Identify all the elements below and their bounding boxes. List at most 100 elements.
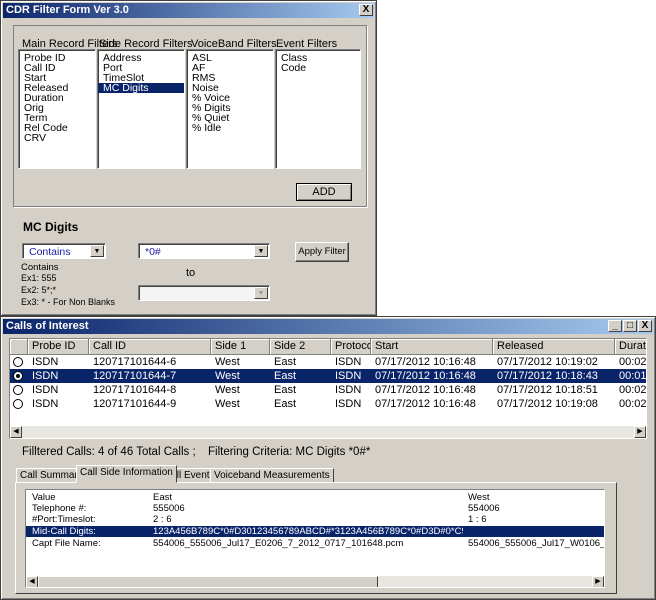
scroll-left-icon[interactable]: ◀ [26,576,38,587]
cell-side-1: West [215,356,240,368]
cell-side-1: West [215,370,240,382]
detail-label: Telephone #: [32,503,87,514]
filter-value-input[interactable]: *0# ▼ [138,243,270,259]
detail-east: 554006_555006_Jul17_E0206_7_2012_0717_10… [153,538,404,549]
cell-protocol: ISDN [335,384,362,396]
cell-side-2: East [274,384,297,396]
cdr-filter-title: CDR Filter Form Ver 3.0 [6,4,129,16]
scroll-thumb[interactable] [38,576,378,587]
row-radio[interactable] [13,357,23,367]
cell-released: 07/17/2012 10:18:43 [497,370,598,382]
column-header-released[interactable]: Released [493,339,615,355]
detail-header-value: Value [32,492,56,503]
scroll-left-icon[interactable]: ◀ [10,426,22,438]
column-header-select[interactable] [10,339,28,355]
hint-example-2: Ex2: 5*;* [21,285,57,295]
main-filters-list[interactable]: Probe ID Call ID Start Released Duration… [18,49,96,169]
scroll-right-icon[interactable]: ▶ [634,426,646,438]
cell-probe-id: ISDN [32,370,59,382]
detail-west: 554006_555006_Jul17_W0106_ [468,538,604,549]
row-radio[interactable] [13,385,23,395]
tab-call-side-information[interactable]: Call Side Information [76,465,177,483]
cell-start: 07/17/2012 10:16:48 [375,398,476,410]
detail-east: 2 : 6 [153,514,172,525]
cell-protocol: ISDN [335,370,362,382]
cell-duration: 00:01:55 [619,370,647,382]
cell-call-id: 120717101644-8 [93,384,177,396]
cell-start: 07/17/2012 10:16:48 [375,384,476,396]
detail-label: #Port:Timeslot: [32,514,96,525]
tab-voiceband-measurements[interactable]: Voiceband Measurements [210,468,334,483]
detail-label: Capt File Name: [32,538,101,549]
cell-call-id: 120717101644-9 [93,398,177,410]
chevron-down-icon[interactable]: ▼ [90,245,104,257]
cell-side-1: West [215,384,240,396]
row-radio[interactable] [13,399,23,409]
column-header-side-1[interactable]: Side 1 [211,339,270,355]
chevron-down-icon[interactable]: ▼ [254,287,268,299]
list-item[interactable]: Code [276,63,360,74]
scroll-right-icon[interactable]: ▶ [592,576,604,587]
operator-select[interactable]: Contains ▼ [22,243,106,259]
detail-west: 554006 [468,503,500,514]
cdr-filter-titlebar[interactable]: CDR Filter Form Ver 3.0 X [3,3,374,18]
calls-titlebar[interactable]: Calls of Interest _ □ X [3,319,653,334]
table-row[interactable]: ISDN 120717101644-8 West East ISDN 07/17… [10,383,647,397]
filter-value-text: *0# [145,246,161,258]
event-filters-list[interactable]: Class Code [275,49,361,169]
voiceband-filters-list[interactable]: ASL AF RMS Noise % Voice % Digits % Quie… [186,49,274,169]
to-label: to [186,267,196,279]
column-header-probe-id[interactable]: Probe ID [28,339,89,355]
detail-header-row: Value East West [26,492,604,503]
column-header-duration[interactable]: Duration [615,339,646,355]
calls-table: Probe ID Call ID Side 1 Side 2 Protocol … [9,338,647,439]
list-item-selected[interactable]: MC Digits [98,83,184,93]
add-button[interactable]: ADD [296,183,352,201]
cell-released: 07/17/2012 10:18:51 [497,384,598,396]
table-row[interactable]: ISDN 120717101644-6 West East ISDN 07/17… [10,355,647,369]
detail-row-selected[interactable]: Mid-Call Digits: 123A456B789C*0#D3012345… [26,526,604,537]
list-item[interactable]: CRV [19,133,95,144]
detail-header-west: West [468,492,490,503]
cell-start: 07/17/2012 10:16:48 [375,370,476,382]
cell-duration: 00:02:03 [619,384,647,396]
detail-row[interactable]: #Port:Timeslot: 2 : 6 1 : 6 [26,514,604,525]
apply-filter-button[interactable]: Apply Filter [295,242,349,262]
table-row-selected[interactable]: ISDN 120717101644-7 West East ISDN 07/17… [10,369,647,383]
calls-title: Calls of Interest [6,320,89,332]
detail-row[interactable]: Telephone #: 555006 554006 [26,503,604,514]
minimize-icon[interactable]: _ [608,320,622,332]
hint-title: Contains [21,262,59,273]
cell-duration: 00:02:14 [619,356,647,368]
cell-released: 07/17/2012 10:19:08 [497,398,598,410]
detail-label: Mid-Call Digits: [32,526,96,537]
maximize-icon[interactable]: □ [623,320,637,332]
calls-horizontal-scrollbar[interactable]: ◀ ▶ [10,426,646,438]
list-item[interactable]: % Idle [187,123,273,134]
detail-east: 123A456B789C*0#D30123456789ABCD#*3123A45… [153,526,463,537]
column-header-protocol[interactable]: Protocol [331,339,371,355]
close-icon[interactable]: X [359,4,373,16]
cell-duration: 00:02:20 [619,398,647,410]
detail-header-east: East [153,492,173,503]
detail-east: 555006 [153,503,185,514]
operator-select-value: Contains [29,246,71,258]
filter-value-to-input[interactable]: ▼ [138,285,270,301]
hint-example-3: Ex3: * - For Non Blanks [21,297,116,307]
row-radio[interactable] [13,371,23,381]
hint-example-1: Ex1: 555 [21,273,57,283]
side-filters-list[interactable]: Address Port TimeSlot MC Digits [97,49,185,169]
chevron-down-icon[interactable]: ▼ [254,245,268,257]
close-icon[interactable]: X [638,320,652,332]
column-header-side-2[interactable]: Side 2 [270,339,331,355]
cdr-filter-window: CDR Filter Form Ver 3.0 X Main Record Fi… [0,0,377,316]
column-header-start[interactable]: Start [371,339,493,355]
detail-horizontal-scrollbar[interactable]: ◀ ▶ [26,576,604,587]
cell-side-2: East [274,356,297,368]
cell-released: 07/17/2012 10:19:02 [497,356,598,368]
detail-row[interactable]: Capt File Name: 554006_555006_Jul17_E020… [26,538,604,549]
cell-start: 07/17/2012 10:16:48 [375,356,476,368]
column-header-call-id[interactable]: Call ID [89,339,211,355]
table-row[interactable]: ISDN 120717101644-9 West East ISDN 07/17… [10,397,647,411]
cell-call-id: 120717101644-6 [93,356,177,368]
